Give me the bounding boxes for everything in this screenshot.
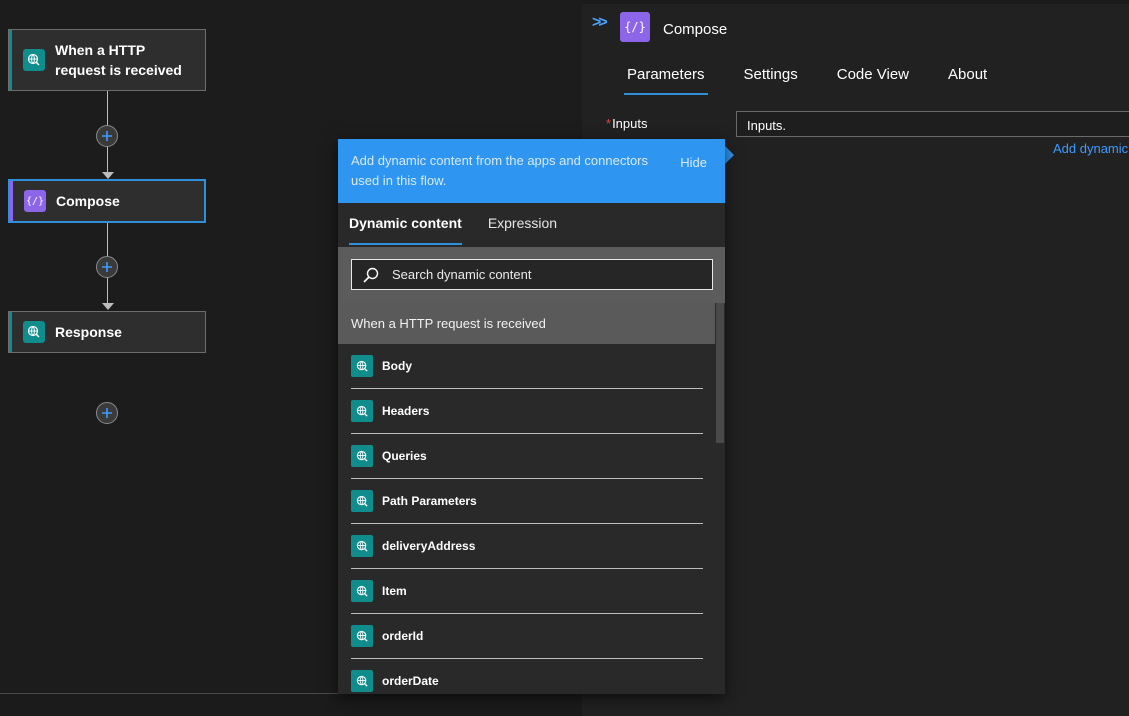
compose-braces-icon: {/} bbox=[24, 190, 46, 212]
section-header-http-request[interactable]: When a HTTP request is received bbox=[338, 303, 715, 344]
dynamic-content-flyout: Add dynamic content from the apps and co… bbox=[338, 139, 725, 694]
list-item-label: Item bbox=[382, 584, 407, 598]
list-item-label: Queries bbox=[382, 449, 427, 463]
insert-step-button[interactable] bbox=[96, 256, 118, 278]
list-item-label: orderId bbox=[382, 629, 424, 643]
flyout-pointer bbox=[725, 146, 734, 164]
http-globe-icon bbox=[351, 355, 373, 377]
flyout-tabs: Dynamic content Expression bbox=[349, 215, 583, 245]
search-icon bbox=[363, 267, 379, 283]
list-item-item[interactable]: Item bbox=[351, 569, 703, 614]
list-item-body[interactable]: Body bbox=[351, 344, 703, 389]
tab-parameters[interactable]: Parameters bbox=[624, 66, 708, 95]
inputs-label-text: Inputs bbox=[612, 116, 648, 131]
http-globe-icon bbox=[351, 535, 373, 557]
http-globe-icon bbox=[23, 49, 45, 71]
section-title: When a HTTP request is received bbox=[351, 316, 546, 331]
action-node-response[interactable]: Response bbox=[8, 311, 206, 353]
search-placeholder: Search dynamic content bbox=[392, 267, 532, 282]
http-globe-icon bbox=[351, 400, 373, 422]
insert-step-button[interactable] bbox=[96, 125, 118, 147]
list-item-label: orderDate bbox=[382, 674, 439, 688]
node-title: Compose bbox=[56, 193, 120, 209]
flyout-scrollbar[interactable] bbox=[716, 303, 724, 443]
list-item-order-id[interactable]: orderId bbox=[351, 614, 703, 659]
trigger-node-http-request[interactable]: When a HTTP request is received bbox=[8, 29, 206, 91]
search-dynamic-content-input[interactable]: Search dynamic content bbox=[351, 259, 713, 290]
http-globe-icon bbox=[351, 625, 373, 647]
list-item-headers[interactable]: Headers bbox=[351, 389, 703, 434]
tab-code-view[interactable]: Code View bbox=[834, 66, 912, 95]
hide-button[interactable]: Hide bbox=[680, 155, 707, 170]
panel-title: Compose bbox=[663, 21, 728, 38]
double-chevron-right-icon[interactable]: >> bbox=[592, 14, 608, 32]
compose-braces-icon: {/} bbox=[620, 12, 650, 42]
list-item-delivery-address[interactable]: deliveryAddress bbox=[351, 524, 703, 569]
tab-expression[interactable]: Expression bbox=[488, 215, 557, 245]
tab-settings[interactable]: Settings bbox=[741, 66, 801, 95]
tab-about[interactable]: About bbox=[945, 66, 990, 95]
list-item-queries[interactable]: Queries bbox=[351, 434, 703, 479]
flyout-header-text: Add dynamic content from the apps and co… bbox=[351, 153, 649, 188]
list-item-order-date[interactable]: orderDate bbox=[351, 659, 703, 694]
list-item-label: Body bbox=[382, 359, 412, 373]
http-globe-icon bbox=[351, 490, 373, 512]
inputs-field[interactable]: Inputs. bbox=[736, 111, 1129, 137]
flyout-header: Add dynamic content from the apps and co… bbox=[338, 139, 725, 203]
plus-icon bbox=[102, 408, 112, 418]
required-marker: * bbox=[606, 116, 612, 131]
add-new-step-button[interactable] bbox=[96, 402, 118, 424]
tab-dynamic-content[interactable]: Dynamic content bbox=[349, 215, 462, 245]
http-globe-icon bbox=[351, 580, 373, 602]
inputs-field-label: *Inputs bbox=[606, 116, 647, 131]
node-title: When a HTTP request is received bbox=[55, 42, 182, 78]
list-item-label: Path Parameters bbox=[382, 494, 477, 508]
plus-icon bbox=[102, 262, 112, 272]
plus-icon bbox=[102, 131, 112, 141]
http-globe-icon bbox=[351, 445, 373, 467]
connector-arrow bbox=[102, 172, 114, 179]
add-dynamic-content-link[interactable]: Add dynamic c bbox=[1053, 141, 1129, 156]
search-area: Search dynamic content bbox=[338, 247, 725, 303]
list-item-path-parameters[interactable]: Path Parameters bbox=[351, 479, 703, 524]
node-accent-bar bbox=[9, 312, 12, 352]
list-item-label: deliveryAddress bbox=[382, 539, 476, 553]
connector-arrow bbox=[102, 303, 114, 310]
node-title: Response bbox=[55, 324, 122, 340]
node-accent-bar bbox=[10, 181, 13, 221]
http-globe-icon bbox=[23, 321, 45, 343]
dynamic-content-list: Body Headers Queries Path Parameters del… bbox=[351, 344, 703, 694]
action-node-compose[interactable]: {/} Compose bbox=[8, 179, 206, 223]
http-globe-icon bbox=[351, 670, 373, 692]
node-accent-bar bbox=[9, 30, 12, 90]
list-item-label: Headers bbox=[382, 404, 430, 418]
panel-tabs: Parameters Settings Code View About bbox=[624, 66, 1023, 95]
